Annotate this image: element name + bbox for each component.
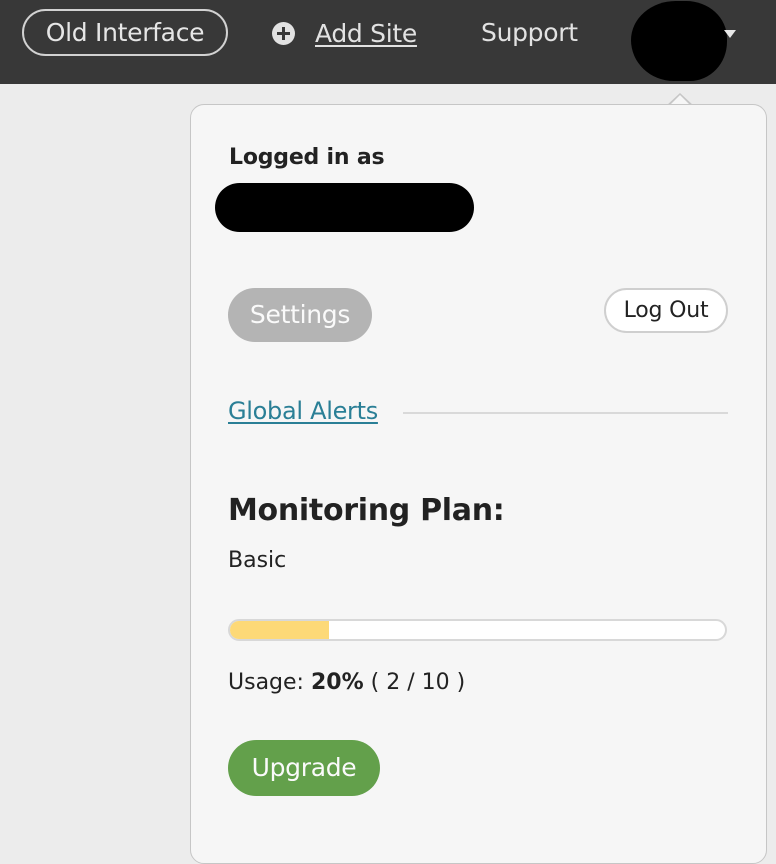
- caret-down-icon[interactable]: [724, 30, 736, 38]
- username-redacted: [215, 183, 474, 232]
- logged-in-label: Logged in as: [229, 145, 385, 170]
- add-site-label[interactable]: Add Site: [315, 19, 417, 48]
- usage-progress-fill: [230, 621, 329, 639]
- user-dropdown-panel: Logged in as Settings Log Out Global Ale…: [190, 104, 767, 864]
- usage-count: ( 2 / 10 ): [370, 670, 466, 695]
- plus-circle-icon[interactable]: [272, 21, 295, 45]
- monitoring-plan-heading: Monitoring Plan:: [228, 493, 505, 528]
- plan-name: Basic: [228, 548, 287, 573]
- top-nav-bar: Old Interface Add Site Support: [0, 0, 776, 84]
- section-divider: [403, 412, 728, 414]
- add-site-link[interactable]: Add Site: [272, 13, 417, 53]
- old-interface-button[interactable]: Old Interface: [22, 9, 228, 56]
- usage-text: Usage: 20% ( 2 / 10 ): [228, 670, 465, 695]
- support-link[interactable]: Support: [481, 13, 578, 53]
- usage-percent: 20%: [310, 670, 364, 695]
- usage-progress-bar: [228, 619, 727, 641]
- avatar-redacted[interactable]: [631, 1, 727, 81]
- logout-button[interactable]: Log Out: [604, 288, 728, 333]
- usage-label: Usage:: [228, 670, 304, 695]
- upgrade-button[interactable]: Upgrade: [228, 740, 380, 796]
- global-alerts-link[interactable]: Global Alerts: [228, 397, 378, 425]
- settings-button[interactable]: Settings: [228, 288, 372, 342]
- user-menu-toggle[interactable]: [631, 0, 741, 84]
